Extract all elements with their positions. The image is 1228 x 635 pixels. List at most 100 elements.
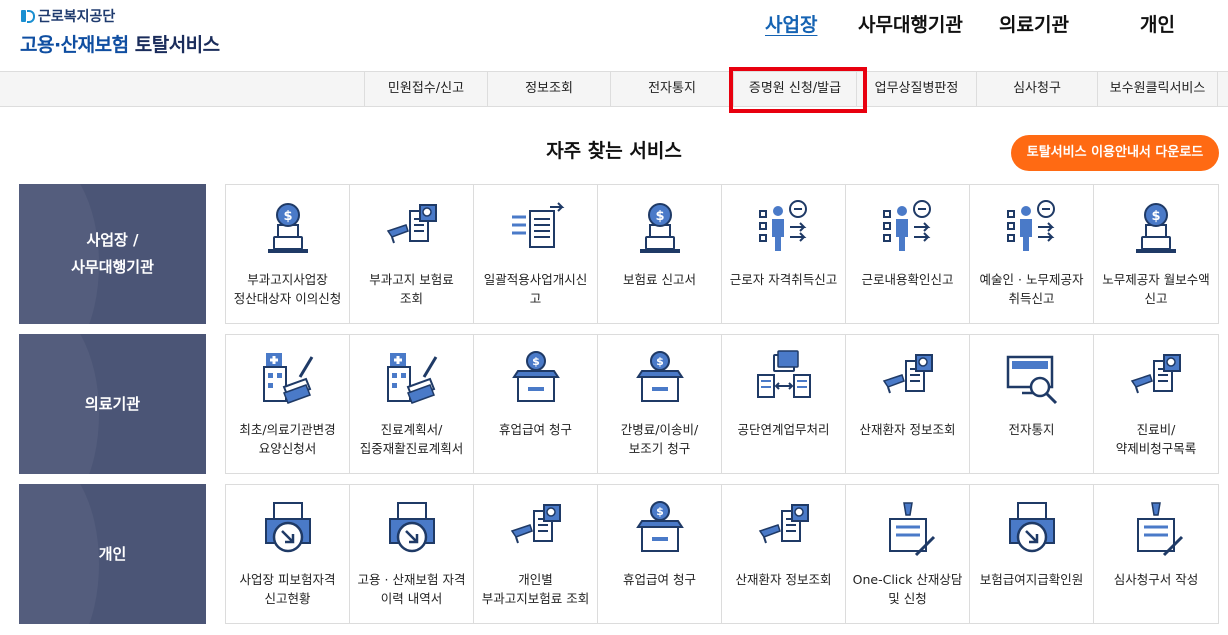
svg-text:$: $ (1151, 209, 1160, 224)
service-tile-label: 부과고지 보험료 조회 (369, 272, 454, 306)
category-label-line1: 의료기관 (84, 394, 141, 413)
person-checklist-icon (1006, 200, 1055, 251)
service-tile[interactable]: 근로내용확인신고 (846, 185, 970, 323)
category-label-text: 사업장 / 사무대행기관 (71, 227, 154, 281)
money-laptop-icon: $ (639, 203, 680, 253)
service-tile[interactable]: $ 휴업급여 청구 (598, 485, 722, 623)
category-label-text: 의료기관 (85, 391, 140, 418)
service-tile[interactable]: 산재환자 정보조회 (846, 335, 970, 473)
service-tile[interactable]: 심사청구서 작성 (1094, 485, 1218, 623)
sub-nav-info-inquiry[interactable]: 정보조회 (487, 72, 610, 106)
category-label-line1: 사업장 / (86, 231, 139, 249)
service-tile-label: 휴업급여 청구 (623, 572, 696, 587)
document-search-icon (758, 504, 809, 544)
sub-nav-civil-petition[interactable]: 민원접수/신고 (364, 72, 487, 106)
hospital-document-icon (386, 353, 437, 404)
document-transfer-icon (511, 202, 564, 248)
sub-nav-review-request[interactable]: 심사청구 (976, 72, 1097, 106)
service-tile-label: 휴업급여 청구 (499, 422, 572, 437)
svg-text:$: $ (532, 355, 540, 368)
service-tile[interactable]: $ 휴업급여 청구 (474, 335, 598, 473)
money-box-icon: $ (635, 501, 684, 552)
service-tile[interactable]: 예술인 · 노무제공자 취득신고 (970, 185, 1094, 323)
service-tile[interactable]: 공단연계업무처리 (722, 335, 846, 473)
sub-nav: 민원접수/신고 정보조회 전자통지 증명원 신청/발급 업무상질병판정 심사청구… (0, 71, 1228, 107)
document-search-icon (510, 504, 561, 544)
top-nav-agency[interactable]: 사무대행기관 (858, 10, 963, 37)
category-label-text: 개인 (99, 541, 127, 568)
service-tile[interactable]: 근로자 자격취득신고 (722, 185, 846, 323)
category-label-3: 개인 (19, 484, 206, 624)
service-tile[interactable]: One-Click 산재상담 및 신청 (846, 485, 970, 623)
service-tile-label: 근로자 자격취득신고 (729, 272, 838, 287)
service-grid-3: 사업장 피보험자격 신고현황 고용 · 산재보험 자격 이력 내역서 개인별 부… (225, 484, 1219, 624)
service-tile-label: 진료비/약제비청구목록 (1115, 422, 1197, 456)
printer-arrow-icon (1008, 502, 1055, 553)
service-tile-label: 전자통지 (1008, 422, 1055, 437)
person-checklist-icon (758, 200, 807, 251)
service-tile-label: 노무제공자 월보수액 신고 (1102, 272, 1210, 306)
service-tile[interactable]: 고용 · 산재보험 자격 이력 내역서 (350, 485, 474, 623)
service-tile-label: 부과고지사업장 정산대상자 이의신청 (233, 272, 342, 306)
service-tile-label: 개인별 부과고지보험료 조회 (481, 572, 590, 606)
monitor-search-icon (1006, 355, 1057, 405)
hospital-document-icon (262, 353, 313, 404)
category-label-1: 사업장 / 사무대행기관 (19, 184, 206, 324)
service-tile[interactable]: 부과고지 보험료 조회 (350, 185, 474, 323)
sub-nav-one-click[interactable]: 보수원클릭서비스 (1097, 72, 1218, 106)
service-tile[interactable]: 사업장 피보험자격 신고현황 (226, 485, 350, 623)
document-search-icon (386, 204, 437, 244)
service-grid-2: 최초/의료기관변경 요양신청서 진료계획서/집중재활진료계획서 $ 휴업급여 청구… (225, 334, 1219, 474)
printer-arrow-icon (388, 502, 435, 553)
sub-nav-e-notice[interactable]: 전자통지 (610, 72, 733, 106)
document-search-icon (1130, 354, 1181, 394)
service-tile[interactable]: 일괄적용사업개시신고 (474, 185, 598, 323)
service-tile[interactable]: 전자통지 (970, 335, 1094, 473)
person-checklist-icon (882, 200, 931, 251)
service-tile-label: 간병료/이송비/보조기 청구 (620, 422, 699, 456)
guide-download-button[interactable]: 토탈서비스 이용안내서 다운로드 (1011, 135, 1219, 171)
service-tile[interactable]: $ 간병료/이송비/보조기 청구 (598, 335, 722, 473)
service-tile[interactable]: 개인별 부과고지보험료 조회 (474, 485, 598, 623)
category-label-line2: 사무대행기관 (71, 258, 154, 276)
service-tile-label: 일괄적용사업개시신고 (483, 272, 588, 306)
service-grid-1: $ 부과고지사업장 정산대상자 이의신청 부과고지 보험료 조회 일괄적용사업개시… (225, 184, 1219, 324)
service-tile-label: One-Click 산재상담 및 신청 (852, 572, 963, 606)
money-box-icon: $ (635, 351, 684, 402)
service-tile-label: 산재환자 정보조회 (859, 422, 956, 437)
pen-document-icon (1137, 502, 1184, 557)
service-tile[interactable]: 보험급여지급확인원 (970, 485, 1094, 623)
sub-nav-occupational-disease[interactable]: 업무상질병판정 (856, 72, 976, 106)
category-label-2: 의료기관 (19, 334, 206, 474)
money-box-icon: $ (511, 351, 560, 402)
document-search-icon (882, 354, 933, 394)
service-tile-label: 보험료 신고서 (623, 272, 696, 287)
top-nav-personal[interactable]: 개인 (1140, 10, 1175, 37)
service-tile[interactable]: $ 부과고지사업장 정산대상자 이의신청 (226, 185, 350, 323)
money-laptop-icon: $ (267, 203, 308, 253)
top-nav-business[interactable]: 사업장 (765, 10, 817, 37)
service-tile[interactable]: $ 보험료 신고서 (598, 185, 722, 323)
service-tile-label: 심사청구서 작성 (1113, 572, 1199, 587)
service-tile-label: 예술인 · 노무제공자 취득신고 (979, 272, 1084, 306)
printer-arrow-icon (264, 502, 311, 553)
service-tile[interactable]: 산재환자 정보조회 (722, 485, 846, 623)
service-tile[interactable]: 진료계획서/집중재활진료계획서 (350, 335, 474, 473)
top-nav-medical[interactable]: 의료기관 (999, 10, 1069, 37)
service-tile-label: 산재환자 정보조회 (735, 572, 832, 587)
money-laptop-icon: $ (1136, 203, 1176, 253)
service-tile-label: 공단연계업무처리 (737, 422, 830, 437)
svg-text:$: $ (655, 209, 664, 224)
top-nav: 사업장 사무대행기관 의료기관 개인 (0, 10, 1228, 40)
service-tile[interactable]: $ 노무제공자 월보수액 신고 (1094, 185, 1218, 323)
service-tile[interactable]: 최초/의료기관변경 요양신청서 (226, 335, 350, 473)
service-tile-label: 진료계획서/집중재활진료계획서 (359, 422, 464, 456)
folder-exchange-icon (756, 350, 811, 398)
category-label-line1: 개인 (98, 544, 127, 563)
svg-text:$: $ (283, 209, 292, 224)
service-tile[interactable]: 진료비/약제비청구목록 (1094, 335, 1218, 473)
highlight-box (729, 67, 867, 113)
service-tile-label: 최초/의료기관변경 요양신청서 (239, 422, 336, 456)
svg-text:$: $ (656, 505, 664, 518)
service-tile-label: 고용 · 산재보험 자격 이력 내역서 (357, 572, 466, 606)
